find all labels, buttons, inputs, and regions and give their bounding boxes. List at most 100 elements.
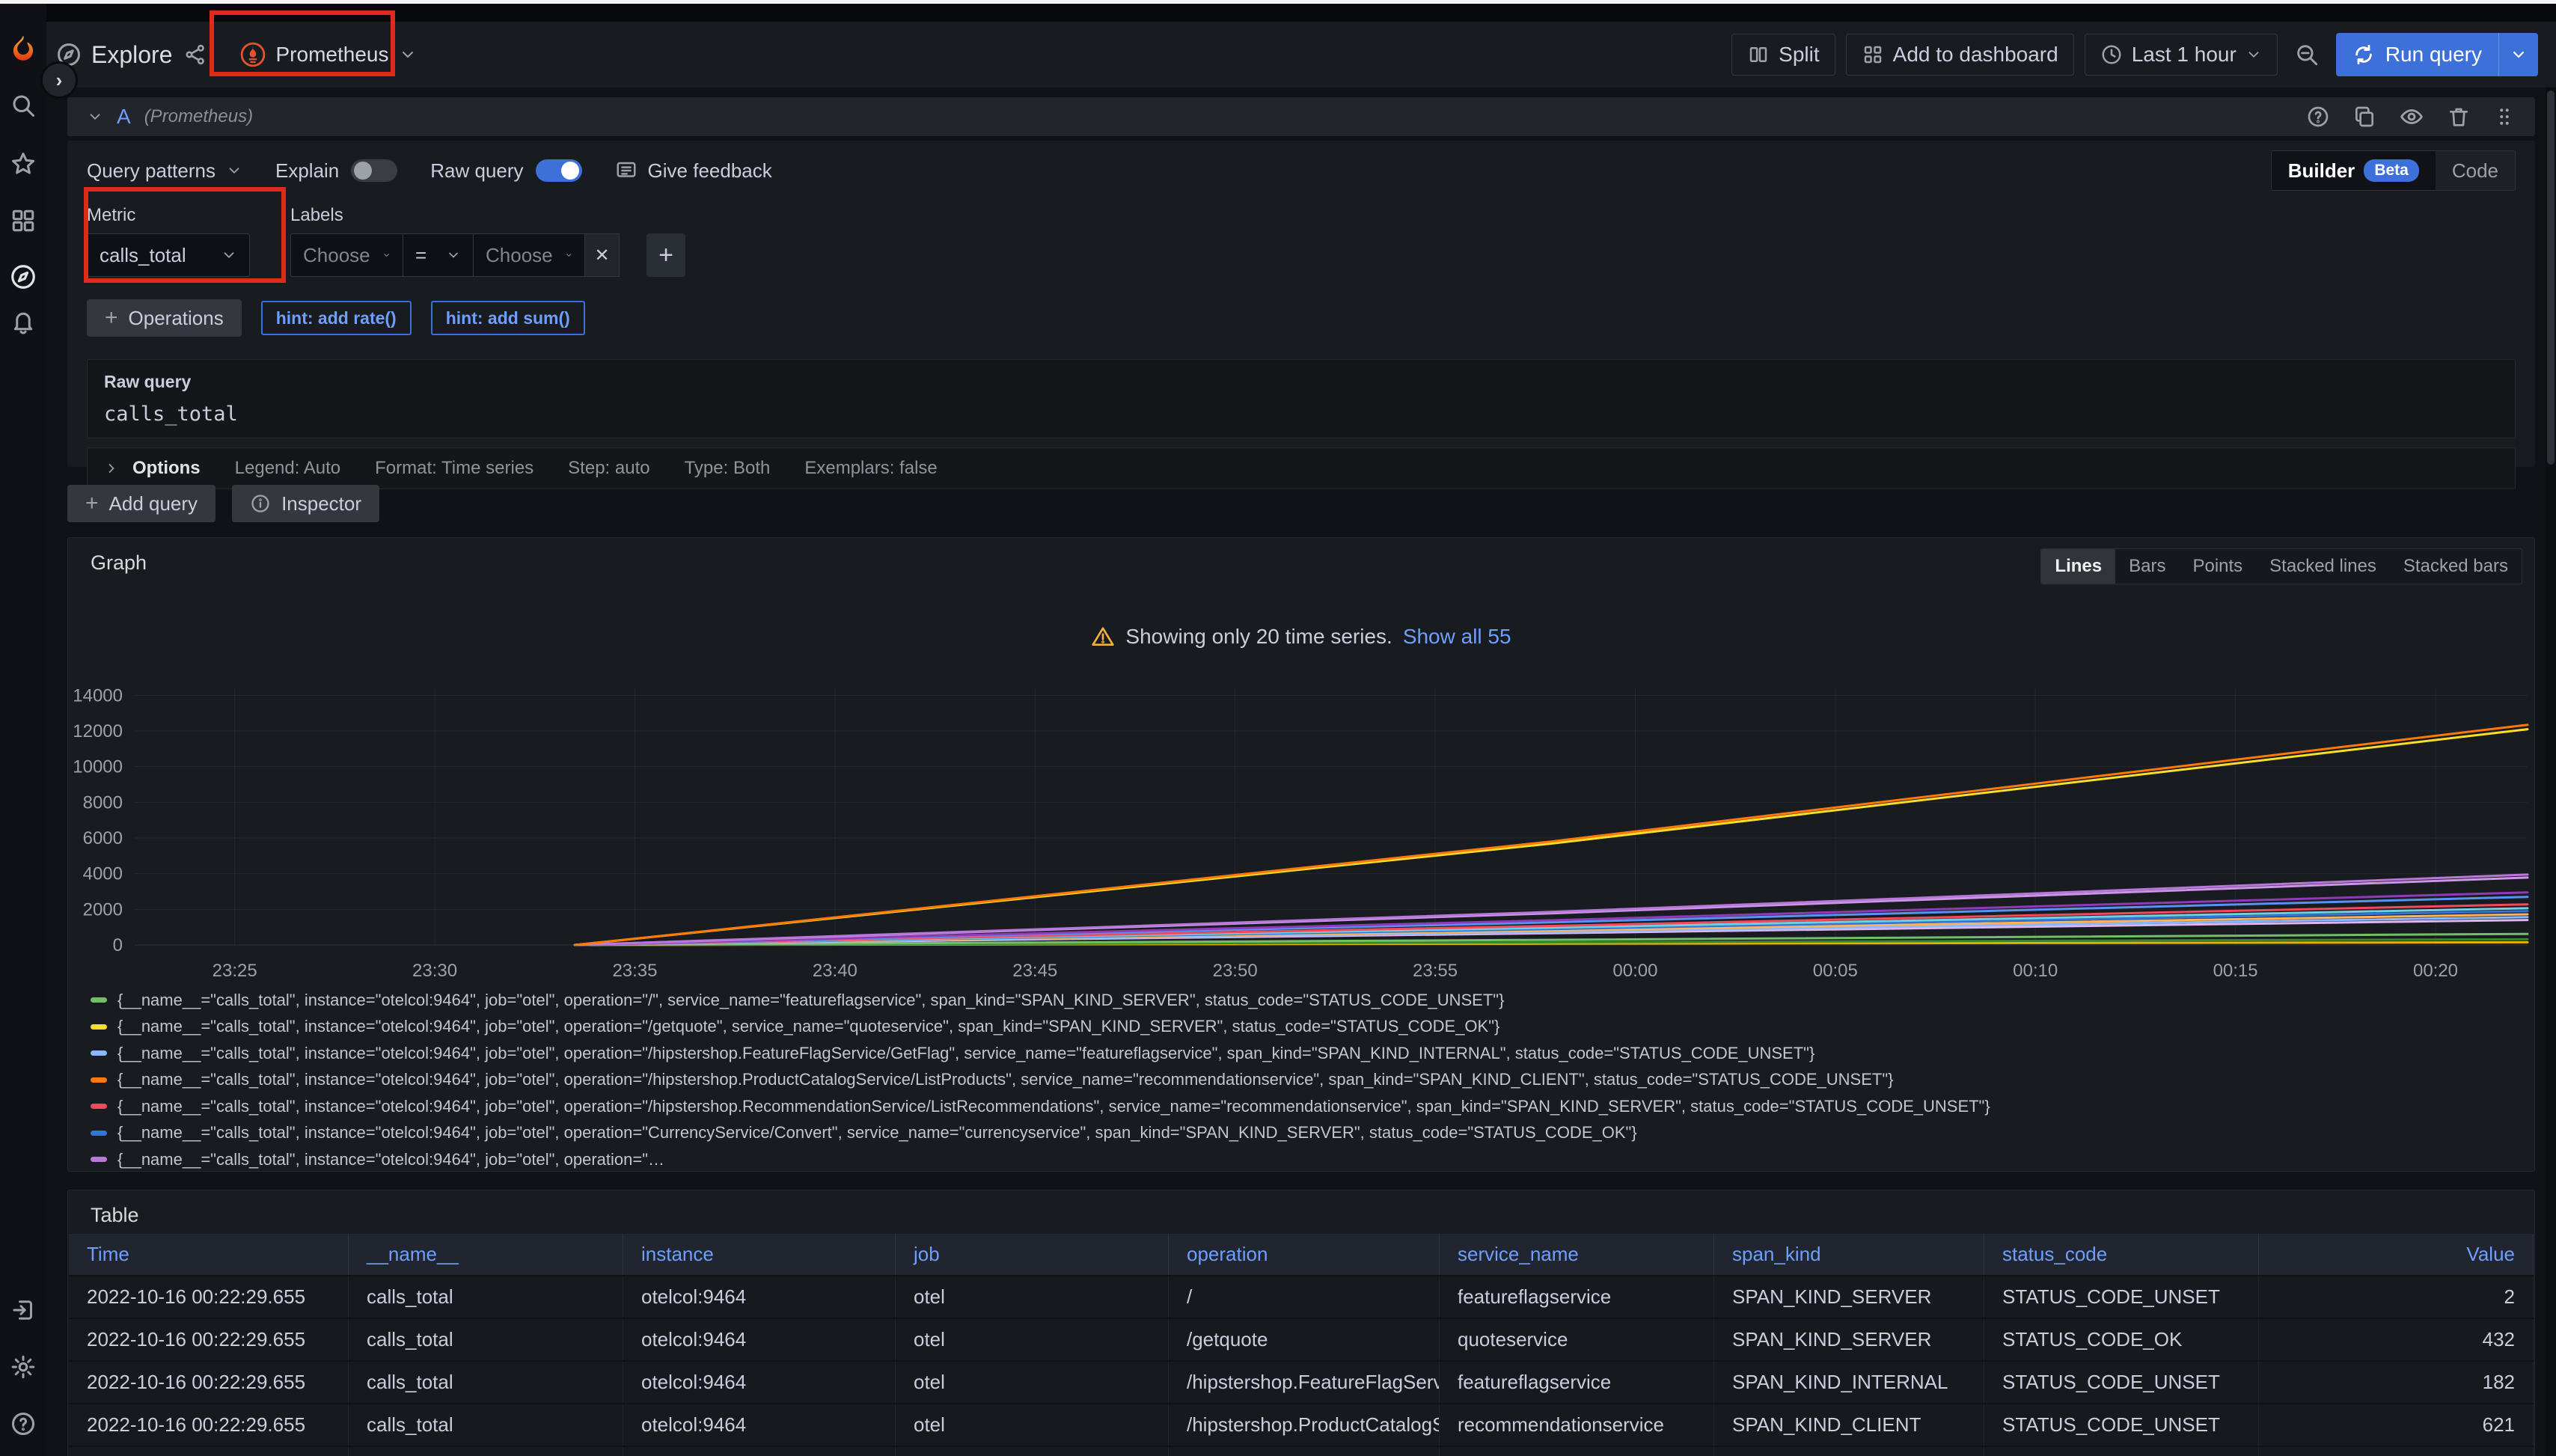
column-header-status-code[interactable]: status_code bbox=[1984, 1234, 2259, 1275]
query-hint-button-2[interactable]: hint: add sum() bbox=[431, 301, 585, 335]
column-header-operation[interactable]: operation bbox=[1169, 1234, 1440, 1275]
column-header-job[interactable]: job bbox=[896, 1234, 1169, 1275]
copy-icon[interactable] bbox=[2352, 105, 2376, 129]
graph-mode-bars[interactable]: Bars bbox=[2115, 549, 2179, 584]
label-value-select[interactable]: Choose bbox=[473, 233, 585, 277]
eye-icon[interactable] bbox=[2399, 104, 2424, 129]
query-row-header[interactable]: A (Prometheus) bbox=[67, 97, 2535, 136]
show-all-series-link[interactable]: Show all 55 bbox=[1403, 625, 1511, 649]
split-button[interactable]: Split bbox=[1731, 34, 1835, 76]
datasource-picker[interactable]: Prometheus bbox=[227, 31, 431, 78]
graph-mode-group: LinesBarsPointsStacked linesStacked bars bbox=[2040, 548, 2522, 584]
legend-label[interactable]: {__name__="calls_total", instance="otelc… bbox=[117, 1097, 1990, 1116]
query-hint-button-1[interactable]: hint: add rate() bbox=[261, 301, 412, 335]
x-axis-tick: 23:40 bbox=[813, 961, 857, 981]
vertical-scrollbar[interactable] bbox=[2546, 22, 2556, 1456]
settings-gear-icon[interactable] bbox=[10, 1353, 37, 1380]
starred-icon[interactable] bbox=[10, 150, 37, 177]
table-cell: 2022-10-16 00:22:29.655 bbox=[69, 1319, 349, 1360]
warning-icon bbox=[1091, 625, 1115, 649]
table-cell: calls_total bbox=[349, 1404, 623, 1446]
raw-query-text: calls_total bbox=[104, 403, 2498, 426]
raw-query-toggle[interactable] bbox=[536, 159, 582, 182]
explore-icon[interactable] bbox=[9, 263, 37, 291]
grafana-logo-icon[interactable] bbox=[7, 34, 39, 65]
help-circle-icon[interactable] bbox=[2306, 105, 2330, 129]
table-row[interactable]: 2022-10-16 00:22:29.655calls_totalotelco… bbox=[69, 1318, 2534, 1360]
scrollbar-thumb[interactable] bbox=[2547, 91, 2555, 465]
code-tab[interactable]: Code bbox=[2436, 151, 2515, 190]
column-header-time[interactable]: Time bbox=[69, 1234, 349, 1275]
operations-button[interactable]: + Operations bbox=[87, 299, 242, 337]
trash-icon[interactable] bbox=[2447, 105, 2471, 129]
legend-swatch[interactable] bbox=[91, 1077, 107, 1083]
column-header-instance[interactable]: instance bbox=[623, 1234, 896, 1275]
inspector-button[interactable]: Inspector bbox=[232, 485, 379, 522]
table-cell: calls_total bbox=[349, 1447, 623, 1456]
run-query-button[interactable]: Run query bbox=[2336, 33, 2538, 76]
legend-swatch[interactable] bbox=[91, 1050, 107, 1056]
options-summary: Legend: AutoFormat: Time seriesStep: aut… bbox=[235, 458, 938, 479]
share-icon[interactable] bbox=[183, 43, 207, 67]
table-cell: STATUS_CODE_UNSET bbox=[1984, 1362, 2259, 1403]
dashboards-icon[interactable] bbox=[10, 207, 37, 234]
query-ref-id: A bbox=[117, 105, 131, 129]
add-query-button[interactable]: +Add query bbox=[67, 485, 215, 522]
table-cell: otel bbox=[896, 1404, 1169, 1446]
legend-label[interactable]: {__name__="calls_total", instance="otelc… bbox=[117, 1150, 664, 1169]
x-axis-tick: 23:35 bbox=[612, 961, 657, 981]
graph-mode-stacked-bars[interactable]: Stacked bars bbox=[2390, 549, 2522, 584]
run-query-dropdown[interactable] bbox=[2498, 33, 2538, 76]
explain-toggle[interactable] bbox=[351, 159, 397, 182]
graph-mode-lines[interactable]: Lines bbox=[2041, 549, 2115, 584]
table-row[interactable]: 2022-10-16 00:22:29.655calls_totalotelco… bbox=[69, 1275, 2534, 1318]
page-title: Explore bbox=[91, 41, 173, 69]
remove-label-filter-button[interactable]: ✕ bbox=[585, 233, 620, 277]
table-row[interactable]: 2022-10-16 00:22:29.655calls_totalotelco… bbox=[69, 1446, 2534, 1456]
add-to-dashboard-button[interactable]: Add to dashboard bbox=[1846, 34, 2074, 76]
table-row[interactable]: 2022-10-16 00:22:29.655calls_totalotelco… bbox=[69, 1403, 2534, 1446]
legend-swatch[interactable] bbox=[91, 1024, 107, 1030]
x-axis-tick: 23:30 bbox=[412, 961, 457, 981]
label-operator-select[interactable]: = bbox=[403, 233, 473, 277]
table-cell: recommendationservice bbox=[1440, 1404, 1714, 1446]
column-header-service-name[interactable]: service_name bbox=[1440, 1234, 1714, 1275]
zoom-out-button[interactable] bbox=[2288, 34, 2326, 76]
builder-tab[interactable]: Builder Beta bbox=[2272, 151, 2436, 190]
legend-label[interactable]: {__name__="calls_total", instance="otelc… bbox=[117, 1017, 1499, 1036]
table-cell: 2022-10-16 00:22:29.655 bbox=[69, 1404, 349, 1446]
column-header-name[interactable]: __name__ bbox=[349, 1234, 623, 1275]
legend-label[interactable]: {__name__="calls_total", instance="otelc… bbox=[117, 1044, 1814, 1063]
query-patterns-dropdown[interactable]: Query patterns bbox=[87, 159, 242, 183]
help-icon[interactable] bbox=[10, 1410, 37, 1437]
alerting-icon[interactable] bbox=[10, 308, 37, 334]
collapse-chevron-icon[interactable] bbox=[87, 108, 103, 125]
legend-swatch[interactable] bbox=[91, 1157, 107, 1162]
legend-swatch[interactable] bbox=[91, 997, 107, 1003]
column-header-span-kind[interactable]: span_kind bbox=[1714, 1234, 1984, 1275]
graph-mode-points[interactable]: Points bbox=[2179, 549, 2256, 584]
x-axis-tick: 00:10 bbox=[2013, 961, 2058, 981]
add-label-filter-button[interactable]: + bbox=[646, 233, 685, 277]
column-header-value[interactable]: Value bbox=[2259, 1234, 2534, 1275]
hint-buttons: hint: add rate() hint: add sum() bbox=[261, 301, 585, 335]
time-range-picker[interactable]: Last 1 hour bbox=[2085, 34, 2278, 76]
time-series-chart[interactable]: 23:2523:3023:3523:4023:4523:5023:5500:00… bbox=[69, 683, 2534, 987]
legend-swatch[interactable] bbox=[91, 1104, 107, 1109]
legend-label[interactable]: {__name__="calls_total", instance="otelc… bbox=[117, 991, 1504, 1010]
graph-mode-stacked-lines[interactable]: Stacked lines bbox=[2256, 549, 2390, 584]
metric-select[interactable]: calls_total bbox=[87, 233, 250, 277]
table-cell: otel bbox=[896, 1319, 1169, 1360]
legend-label[interactable]: {__name__="calls_total", instance="otelc… bbox=[117, 1123, 1637, 1143]
legend-swatch[interactable] bbox=[91, 1131, 107, 1136]
drag-handle-icon[interactable] bbox=[2493, 105, 2516, 128]
table-row[interactable]: 2022-10-16 00:22:29.655calls_totalotelco… bbox=[69, 1360, 2534, 1403]
query-options-row[interactable]: Options Legend: AutoFormat: Time seriesS… bbox=[87, 447, 2516, 489]
search-icon[interactable] bbox=[10, 92, 37, 119]
table-cell: /getquote bbox=[1169, 1319, 1440, 1360]
legend-label[interactable]: {__name__="calls_total", instance="otelc… bbox=[117, 1070, 1894, 1089]
sidebar-expand-arrow[interactable]: › bbox=[40, 61, 78, 99]
sign-in-icon[interactable] bbox=[10, 1297, 37, 1324]
label-name-select[interactable]: Choose bbox=[290, 233, 403, 277]
give-feedback-link[interactable]: Give feedback bbox=[615, 159, 772, 183]
